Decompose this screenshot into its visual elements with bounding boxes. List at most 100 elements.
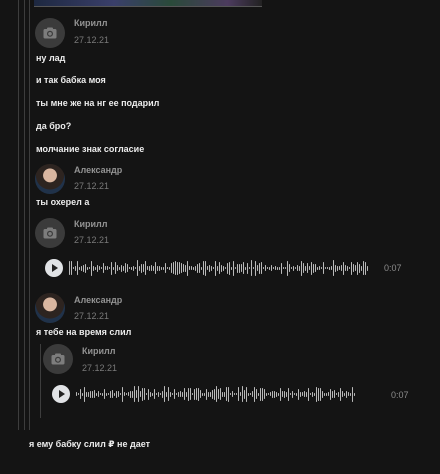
author-name[interactable]: Кирилл bbox=[82, 346, 116, 356]
waveform-bar bbox=[136, 390, 137, 398]
waveform-bar bbox=[219, 262, 220, 274]
waveform[interactable] bbox=[69, 259, 379, 277]
waveform-bar bbox=[161, 266, 162, 270]
forwarded-image-preview[interactable] bbox=[34, 0, 262, 7]
waveform-bar bbox=[97, 264, 98, 272]
waveform-bar bbox=[106, 392, 107, 396]
play-button[interactable] bbox=[52, 385, 70, 403]
waveform-bar bbox=[208, 391, 209, 397]
waveform-bar bbox=[204, 392, 205, 396]
waveform-bar bbox=[353, 264, 354, 272]
author-name[interactable]: Александр bbox=[74, 295, 122, 305]
quote-line bbox=[40, 344, 41, 418]
waveform-bar bbox=[189, 266, 190, 270]
waveform-bar bbox=[277, 266, 278, 270]
waveform-bar bbox=[88, 391, 89, 397]
waveform-bar bbox=[337, 265, 338, 271]
waveform-bar bbox=[73, 267, 74, 269]
waveform-bar bbox=[266, 392, 267, 396]
avatar[interactable] bbox=[35, 164, 65, 194]
waveform-bar bbox=[218, 389, 219, 399]
message-text: и так бабка моя bbox=[36, 75, 106, 85]
waveform-bar bbox=[289, 264, 290, 272]
waveform-bar bbox=[178, 391, 179, 397]
waveform-bar bbox=[273, 267, 274, 269]
waveform-bar bbox=[193, 266, 194, 270]
waveform-bar bbox=[153, 265, 154, 271]
waveform-bar bbox=[324, 392, 325, 396]
waveform-bar bbox=[354, 392, 355, 396]
waveform-bar bbox=[113, 266, 114, 270]
author-name[interactable]: Кирилл bbox=[74, 18, 108, 28]
waveform-bar bbox=[123, 265, 124, 271]
waveform-bar bbox=[323, 262, 324, 274]
waveform-bar bbox=[330, 388, 331, 400]
waveform-bar bbox=[339, 266, 340, 270]
waveform-bar bbox=[276, 391, 277, 397]
author-name[interactable]: Кирилл bbox=[74, 219, 108, 229]
waveform-bar bbox=[238, 387, 239, 401]
waveform-bar bbox=[221, 264, 222, 272]
waveform-bar bbox=[84, 386, 85, 402]
waveform-bar bbox=[267, 267, 268, 269]
waveform-bar bbox=[321, 267, 322, 269]
waveform-bar bbox=[174, 389, 175, 399]
waveform-bar bbox=[264, 389, 265, 399]
waveform-bar bbox=[89, 267, 90, 269]
waveform-bar bbox=[282, 391, 283, 397]
waveform-bar bbox=[162, 390, 163, 398]
author-name[interactable]: Александр bbox=[74, 165, 122, 175]
waveform-bar bbox=[223, 265, 224, 271]
waveform-bar bbox=[141, 263, 142, 273]
waveform-bar bbox=[224, 391, 225, 397]
waveform-bar bbox=[91, 260, 92, 276]
waveform-bar bbox=[346, 390, 347, 398]
waveform-bar bbox=[251, 260, 252, 276]
waveform-bar bbox=[297, 265, 298, 271]
play-button[interactable] bbox=[45, 259, 63, 277]
waveform-bar bbox=[171, 263, 172, 273]
waveform-bar bbox=[140, 391, 141, 397]
waveform-bar bbox=[252, 391, 253, 397]
waveform-bar bbox=[180, 391, 181, 397]
waveform-bar bbox=[327, 267, 328, 269]
waveform-bar bbox=[331, 266, 332, 270]
waveform-bar bbox=[122, 386, 123, 402]
avatar[interactable] bbox=[35, 18, 65, 48]
waveform-bar bbox=[82, 392, 83, 396]
waveform-bar bbox=[229, 261, 230, 275]
waveform-bar bbox=[313, 263, 314, 273]
waveform-bar bbox=[111, 261, 112, 275]
waveform-bar bbox=[363, 261, 364, 275]
waveform-bar bbox=[128, 392, 129, 396]
waveform-bar bbox=[250, 393, 251, 395]
avatar[interactable] bbox=[35, 293, 65, 323]
waveform-bar bbox=[147, 266, 148, 270]
waveform-bar bbox=[212, 389, 213, 399]
waveform-bar bbox=[257, 265, 258, 271]
waveform-bar bbox=[217, 265, 218, 271]
waveform[interactable] bbox=[76, 385, 361, 403]
waveform-bar bbox=[226, 387, 227, 401]
waveform-bar bbox=[233, 260, 234, 276]
message-text: я ему бабку слил ₽ не дает bbox=[29, 439, 151, 449]
waveform-bar bbox=[236, 393, 237, 395]
waveform-bar bbox=[187, 260, 188, 276]
waveform-bar bbox=[216, 386, 217, 402]
waveform-bar bbox=[87, 266, 88, 270]
waveform-bar bbox=[294, 393, 295, 395]
waveform-bar bbox=[230, 393, 231, 395]
waveform-bar bbox=[311, 261, 312, 275]
waveform-bar bbox=[329, 266, 330, 270]
avatar[interactable] bbox=[35, 218, 65, 248]
waveform-bar bbox=[253, 267, 254, 269]
waveform-bar bbox=[260, 387, 261, 401]
waveform-bar bbox=[146, 393, 147, 395]
waveform-bar bbox=[300, 391, 301, 397]
waveform-bar bbox=[209, 264, 210, 272]
waveform-bar bbox=[81, 265, 82, 271]
waveform-bar bbox=[197, 263, 198, 273]
waveform-bar bbox=[274, 390, 275, 398]
avatar[interactable] bbox=[43, 344, 73, 374]
waveform-bar bbox=[342, 391, 343, 397]
